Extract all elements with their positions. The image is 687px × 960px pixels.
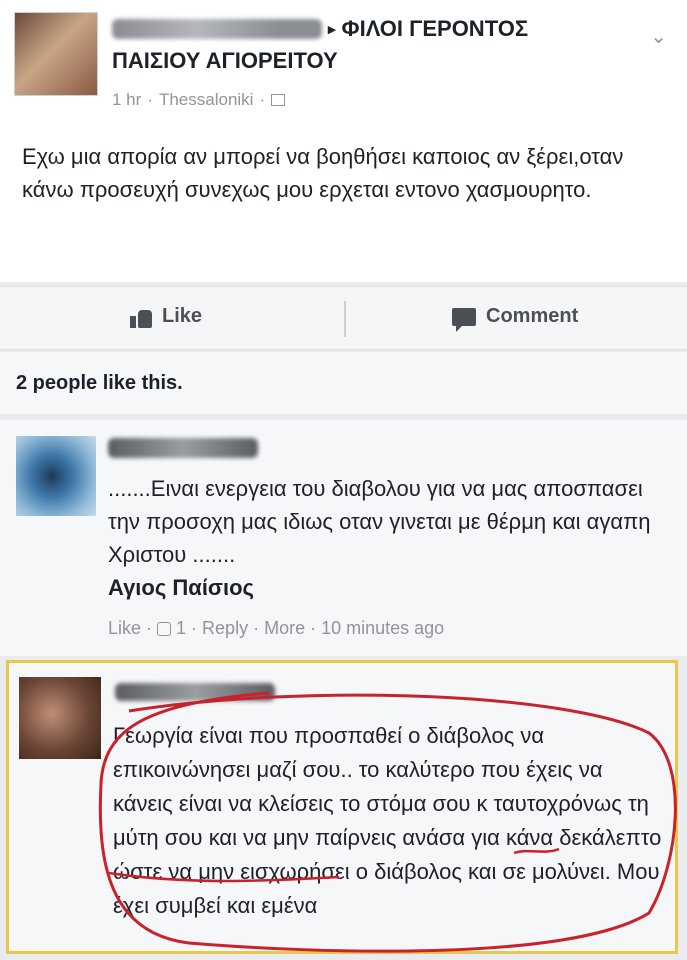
post-time[interactable]: 1 hr — [112, 90, 141, 110]
comment-body: .......Ειναι ενεργεια του διαβολου για ν… — [108, 476, 651, 567]
highlighted-comment: Γεωργία είναι που προσπαθεί ο διάβολος ν… — [6, 660, 678, 954]
comment: .......Ειναι ενεργεια του διαβολου για ν… — [0, 420, 687, 656]
divider — [344, 301, 346, 337]
comment-text: .......Ειναι ενεργεια του διαβολου για ν… — [108, 472, 668, 604]
comment-label: Comment — [486, 305, 579, 327]
post-location[interactable]: Thessaloniki — [159, 90, 254, 110]
commenter-avatar[interactable] — [19, 677, 101, 759]
meta-separator: · — [259, 90, 266, 109]
likes-summary[interactable]: 2 people like this. — [16, 372, 183, 395]
comment-quote-author: Αγιος Παίσιος — [108, 575, 254, 600]
post-card: ▸ ΦΙΛΟΙ ΓΕΡΟΝΤΟΣ ΠΑΙΣΙΟΥ ΑΓΙΟΡΕΙΤΟΥ 1 hr… — [0, 0, 687, 282]
action-bar: Like Comment — [0, 286, 687, 350]
reply-link[interactable]: Reply — [202, 618, 248, 639]
meta-separator: · — [253, 618, 260, 638]
globe-icon — [271, 94, 286, 106]
blurred-author-name[interactable] — [112, 19, 322, 39]
comment-text: Γεωργία είναι που προσπαθεί ο διάβολος ν… — [113, 723, 662, 918]
comment-meta: Like · 1 · Reply · More · 10 minutes ago — [108, 618, 444, 639]
meta-separator: · — [146, 618, 153, 638]
blurred-commenter-name[interactable] — [115, 683, 275, 701]
like-button[interactable]: Like — [130, 305, 202, 328]
speech-bubble-icon — [452, 307, 476, 332]
more-link[interactable]: More — [264, 618, 305, 639]
arrow-right-icon: ▸ — [328, 21, 336, 38]
likes-summary-row: 2 people like this. — [0, 352, 687, 414]
like-label: Like — [162, 305, 203, 327]
post-header: ▸ ΦΙΛΟΙ ΓΕΡΟΝΤΟΣ — [112, 14, 528, 44]
commenter-avatar[interactable] — [16, 436, 96, 516]
chevron-down-icon[interactable]: ⌄ — [650, 24, 667, 49]
meta-separator: · — [310, 618, 317, 638]
group-name-line2[interactable]: ΠΑΙΣΙΟΥ ΑΓΙΟΡΕΙΤΟΥ — [112, 48, 338, 74]
meta-separator: · — [191, 618, 198, 638]
post-text: Εχω μια απορία αν μπορεί να βοηθήσει καπ… — [22, 144, 624, 202]
group-name[interactable]: ΦΙΛΟΙ ΓΕΡΟΝΤΟΣ — [342, 16, 529, 42]
comment-time[interactable]: 10 minutes ago — [321, 618, 444, 639]
blurred-commenter-name[interactable] — [108, 438, 258, 458]
author-avatar[interactable] — [14, 12, 98, 96]
post-meta: 1 hr · Thessaloniki · — [112, 90, 286, 110]
comment-like-link[interactable]: Like — [108, 618, 141, 639]
comment-like-count[interactable]: 1 — [176, 618, 186, 639]
meta-separator: · — [147, 90, 153, 109]
small-like-icon — [157, 621, 172, 636]
thumb-up-icon — [130, 306, 154, 328]
comment-button[interactable]: Comment — [452, 305, 579, 332]
